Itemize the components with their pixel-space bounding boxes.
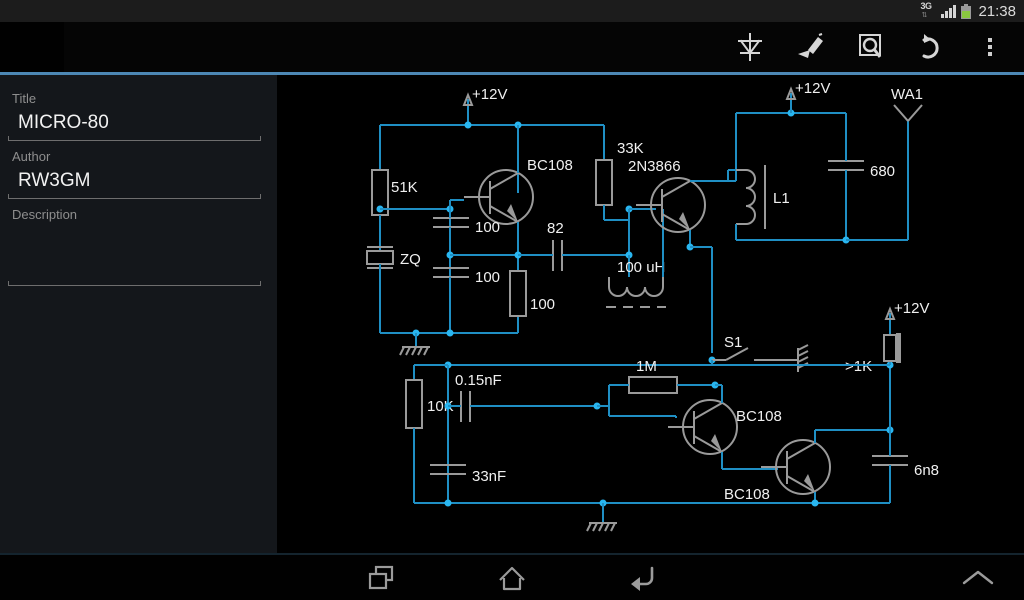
label-r-100: 100: [530, 296, 555, 313]
properties-sidebar: Title MICRO-80 Author RW3GM Description: [0, 75, 277, 553]
nav-home-button[interactable]: [466, 555, 558, 600]
recent-apps-icon: [368, 565, 394, 589]
status-bar: 3G ⇅ 21:38: [0, 0, 1024, 22]
label-r-1m: 1M: [636, 358, 657, 375]
label-r-51k: 51K: [391, 179, 418, 196]
label-supply-2: +12V: [795, 80, 830, 97]
draw-wire-button[interactable]: [780, 22, 840, 72]
home-icon: [499, 566, 525, 590]
label-c-015nf: 0.15nF: [455, 372, 502, 389]
field-description-label: Description: [12, 207, 78, 222]
nav-recent-apps-button[interactable]: [335, 555, 427, 600]
network-3g-icon: 3G ⇅: [920, 1, 936, 20]
status-clock: 21:38: [978, 2, 1016, 20]
crystal-zq[interactable]: [366, 250, 394, 265]
field-description-underline: [8, 281, 261, 286]
field-description-input[interactable]: [8, 225, 261, 285]
resistor-33k[interactable]: [595, 159, 613, 206]
resistor-1m[interactable]: [628, 376, 678, 394]
transformer-l1[interactable]: [736, 165, 766, 229]
overflow-menu-button[interactable]: [960, 22, 1020, 72]
antenna-wa1[interactable]: [893, 104, 923, 122]
label-l-100uh: 100 uH: [617, 259, 665, 276]
action-bar-buttons: [720, 22, 1020, 72]
label-supply-1: +12V: [472, 86, 507, 103]
field-description: Description: [8, 201, 261, 286]
label-c-100-top: 100: [475, 219, 500, 236]
speaker-1k[interactable]: [883, 333, 901, 363]
schematic-drawing: .w { stroke:#1f8fc4; stroke-width:2; fil…: [366, 80, 939, 532]
resistor-100[interactable]: [509, 270, 527, 317]
label-q-2n3866: 2N3866: [628, 158, 681, 175]
label-r-33k: 33K: [617, 140, 644, 157]
field-title-label: Title: [12, 91, 37, 106]
battery-icon: [961, 3, 972, 19]
field-title-underline: [8, 136, 261, 141]
label-xtal-zq: ZQ: [400, 251, 421, 268]
field-title: Title MICRO-80: [8, 85, 261, 141]
undo-button[interactable]: [900, 22, 960, 72]
label-speaker-1k: >1K: [845, 358, 872, 375]
resistor-10k[interactable]: [405, 379, 423, 429]
app-icon-slot: [0, 22, 64, 72]
component-symbol-icon: [738, 33, 762, 61]
magnifier-in-frame-icon: [859, 34, 882, 58]
label-switch-s1: S1: [724, 334, 742, 351]
label-c-82: 82: [547, 220, 564, 237]
network-type-label: 3G: [920, 1, 932, 11]
ground-symbol: [399, 346, 430, 356]
pen-icon: [798, 33, 823, 58]
label-c-6n8: 6n8: [914, 462, 939, 479]
label-c-33nf: 33nF: [472, 468, 506, 485]
back-arrow-icon: [631, 566, 654, 591]
three-dots-icon: [988, 38, 992, 56]
schematic-canvas[interactable]: .w { stroke:#1f8fc4; stroke-width:2; fil…: [278, 75, 1024, 553]
zoom-fit-button[interactable]: [840, 22, 900, 72]
label-q-bc108-osc: BC108: [527, 157, 573, 174]
nav-expand-button[interactable]: [938, 555, 1018, 600]
app-root: 3G ⇅ 21:38 Title MICRO-80 Author RW3GM D…: [0, 0, 1024, 600]
status-bar-right: 3G ⇅ 21:38: [920, 1, 1016, 20]
field-author-underline: [8, 194, 261, 199]
label-antenna-wa1: WA1: [891, 86, 923, 103]
label-q-bc108-b: BC108: [724, 486, 770, 503]
field-title-input[interactable]: MICRO-80: [8, 109, 261, 140]
ground-symbol: [586, 522, 617, 532]
chassis-ground-symbol: [797, 344, 809, 372]
nav-back-button[interactable]: [596, 555, 688, 600]
label-supply-3: +12V: [894, 300, 929, 317]
add-component-button[interactable]: [720, 22, 780, 72]
field-author-input[interactable]: RW3GM: [8, 167, 261, 198]
field-author: Author RW3GM: [8, 143, 261, 199]
label-l1: L1: [773, 190, 790, 207]
label-q-bc108-a: BC108: [736, 408, 782, 425]
chevron-up-icon: [962, 570, 994, 584]
undo-arrow-icon: [922, 34, 939, 59]
system-navigation-bar: [0, 553, 1024, 600]
junction: [464, 121, 472, 129]
action-bar: [0, 22, 1024, 72]
field-author-label: Author: [12, 149, 51, 164]
inductor-100uh[interactable]: [608, 277, 664, 297]
label-c-100-bottom: 100: [475, 269, 500, 286]
network-activity-arrows: ⇅: [921, 12, 927, 19]
label-c-680: 680: [870, 163, 895, 180]
signal-bars-icon: [941, 4, 957, 18]
